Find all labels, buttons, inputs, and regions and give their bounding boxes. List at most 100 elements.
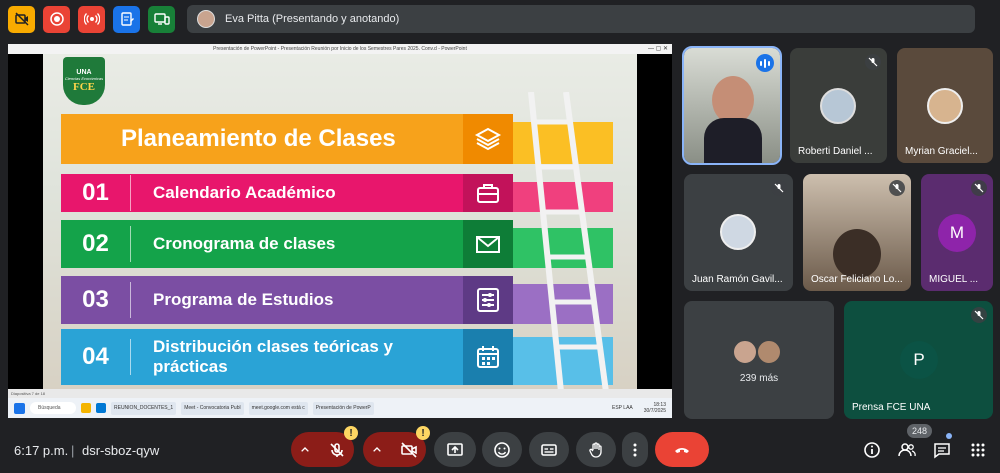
window-title-bar: Presentación de PowerPoint - Presentació… [8,44,672,54]
tray-lang: ESP LAA [611,405,633,411]
participant-name: MIGUEL ... [929,274,979,285]
no-camera-icon [14,12,29,26]
slide-counter: Diapositiva 7 de 18 [11,391,46,396]
avatar [720,214,756,250]
system-tray: ESP LAA [612,405,633,411]
slide-title: Planeamiento de Clases [121,125,396,152]
notes-icon [120,12,134,26]
taskbar-item[interactable]: meet.google.com está c [248,401,308,415]
envelope-icon [476,236,500,253]
mic-off-icon[interactable] [328,441,346,459]
more-vert-icon [633,443,637,456]
chevron-up-icon[interactable] [299,441,311,459]
people-icon [898,443,916,457]
participant-tile-speaker[interactable] [682,46,782,165]
warning-badge: ! [416,426,430,440]
meeting-time: 6:17 p.m. [14,443,69,458]
captions-icon [541,443,557,456]
avatar: P [900,341,938,379]
taskbar-item[interactable]: Meet - Convocatoria Publ [181,401,244,415]
window-controls: — ▢ ✕ [647,46,668,52]
participant-tile[interactable]: Roberti Daniel ... [790,48,887,163]
record-button[interactable] [43,5,70,33]
item-label: Distribución clases teóricas y prácticas [153,337,393,376]
edge-icon[interactable] [96,403,106,413]
muted-mic-icon [865,54,881,70]
chevron-up-icon[interactable] [371,441,383,459]
participant-name: Prensa FCE UNA [852,402,931,413]
participant-tile[interactable]: Myrian Graciel... [897,48,993,163]
item-label: Cronograma de clases [153,234,336,253]
avatar [756,339,782,365]
people-button[interactable] [897,440,917,460]
sliders-icon [477,288,499,312]
participant-name: Roberti Daniel ... [798,146,873,157]
chat-button[interactable] [932,440,952,460]
presenter-label: Eva Pitta (Presentando y anotando) [225,13,400,25]
layers-icon [474,127,502,151]
slide-item-3: 03 Programa de Estudios [61,276,613,324]
raise-hand-button[interactable] [576,432,616,467]
slide-item-1: 01 Calendario Académico [61,174,613,212]
camera-off-icon[interactable] [400,441,418,459]
no-camera-button[interactable] [8,5,35,33]
ladder-graphic [528,92,609,389]
muted-mic-icon [771,180,787,196]
speaking-indicator-icon [756,54,774,72]
taskbar-search[interactable]: Búsqueda [30,402,76,414]
item-number: 01 [61,175,131,211]
item-label: Programa de Estudios [153,290,334,309]
slide-title-band: Planeamiento de Clases [61,114,613,164]
companion-button[interactable] [148,5,175,33]
item-number: 03 [61,282,131,318]
meeting-info-button[interactable] [862,440,882,460]
mic-control[interactable]: ! [291,426,358,467]
participant-video [712,76,754,124]
logo-top: UNA [76,69,92,76]
separator: | [71,443,75,458]
muted-mic-icon [889,180,905,196]
more-count: 239 más [739,373,779,384]
start-icon[interactable] [14,402,25,414]
file-explorer-icon[interactable] [81,403,91,413]
companion-screen-icon [153,13,170,25]
participant-video [833,229,881,279]
slide: UNA Ciencias Económicas FCE Planeamiento… [43,54,637,389]
captions-button[interactable] [529,432,569,467]
participant-tile[interactable]: P Prensa FCE UNA [844,301,993,419]
participant-tile[interactable]: M MIGUEL ... [921,174,993,291]
emoji-icon [494,441,510,458]
item-number: 02 [61,226,131,262]
avatar [732,339,758,365]
chat-icon [934,443,950,459]
apps-grid-icon [971,443,985,457]
taskbar-item[interactable]: Presentación de PowerP [312,401,374,415]
muted-mic-icon [971,180,987,196]
participant-tile[interactable]: Oscar Feliciano Lo... [803,174,911,291]
meet-window: Eva Pitta (Presentando y anotando) Prese… [0,0,1000,473]
avatar: M [938,214,976,252]
calendar-icon [477,346,499,368]
avatar [820,88,856,124]
muted-mic-icon [971,307,987,323]
more-participants-tile[interactable]: 239 más [684,301,834,419]
taskbar-item[interactable]: REUNION_DOCENTES_1 [111,401,177,415]
more-options-button[interactable] [622,432,648,467]
notes-button[interactable] [113,5,140,33]
presenter-banner[interactable]: Eva Pitta (Presentando y anotando) [187,5,975,33]
participant-name: Myrian Graciel... [905,146,978,157]
leave-call-button[interactable] [655,432,709,467]
item-label: Calendario Académico [153,183,336,202]
camera-control[interactable]: ! [363,426,430,467]
avatar [197,10,215,28]
live-stream-button[interactable] [78,5,105,33]
logo-main: FCE [73,81,95,93]
reactions-button[interactable] [482,432,522,467]
participant-tile[interactable]: Juan Ramón Gavil... [684,174,793,291]
activities-button[interactable] [968,440,988,460]
tray-date: 30/7/2025 [643,408,666,414]
window-title: Presentación de PowerPoint - Presentació… [213,46,467,52]
present-button[interactable] [434,432,476,467]
participant-name: Oscar Feliciano Lo... [811,274,903,285]
university-logo: UNA Ciencias Económicas FCE [63,57,105,105]
